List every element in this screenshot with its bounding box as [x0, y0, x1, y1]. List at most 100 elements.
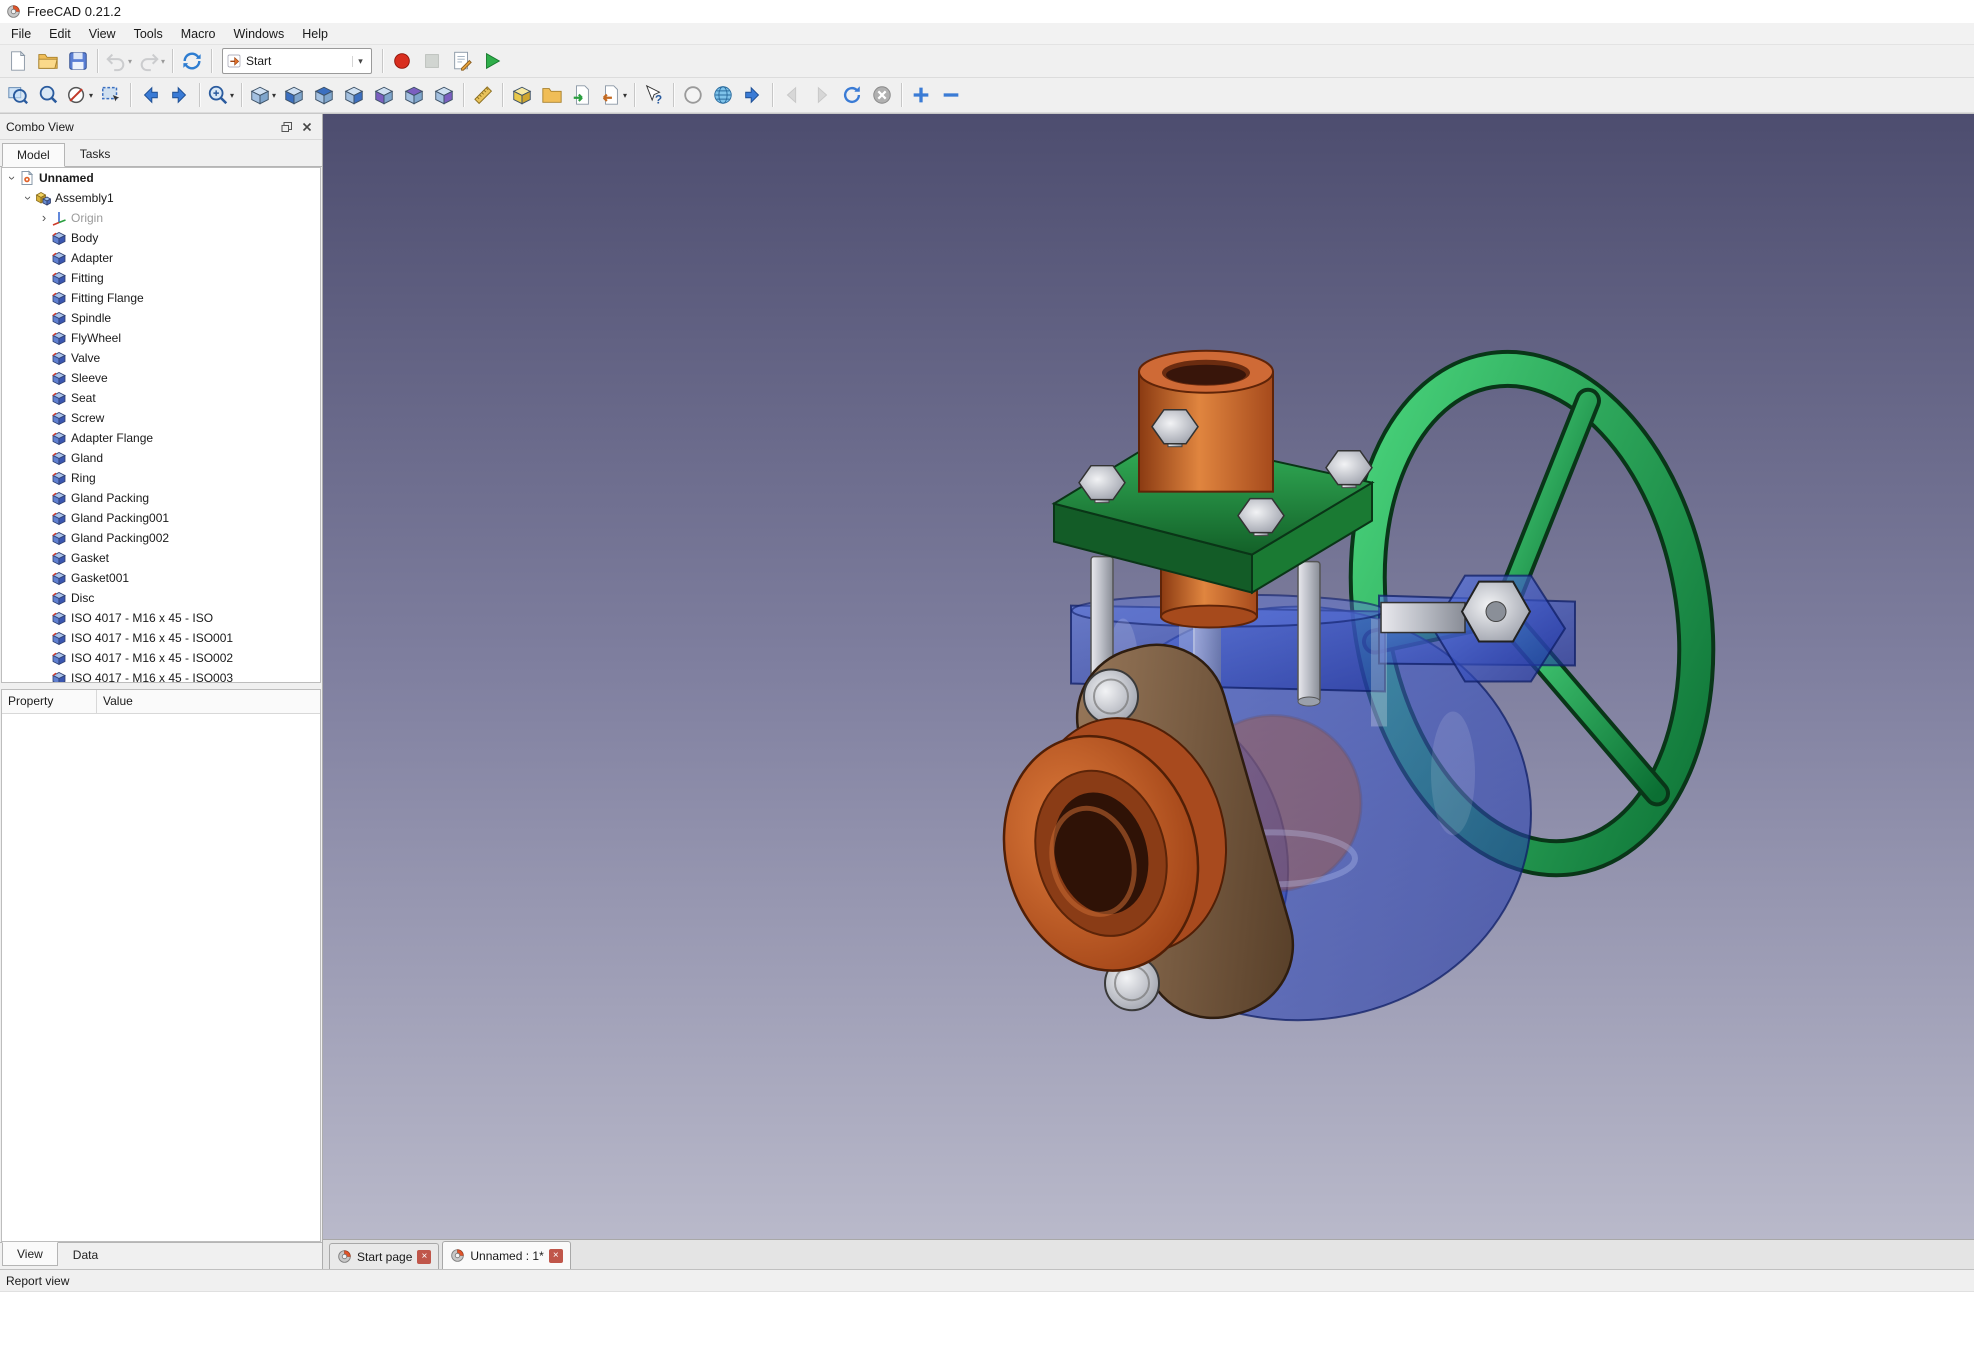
tree-item-assembly1[interactable]: ›Assembly1	[2, 188, 320, 208]
tree-item-seat[interactable]: Seat	[2, 388, 320, 408]
view-axonometric-button[interactable]: ▾	[246, 81, 279, 109]
view-right-button[interactable]	[339, 81, 369, 109]
tree-item-body[interactable]: Body	[2, 228, 320, 248]
model-tree: ›Unnamed›Assembly1›OriginBodyAdapterFitt…	[1, 167, 321, 683]
tree-item-label: Gasket	[71, 551, 109, 565]
tree-item-gland-packing001[interactable]: Gland Packing001	[2, 508, 320, 528]
tree-item-gland[interactable]: Gland	[2, 448, 320, 468]
menu-help[interactable]: Help	[293, 25, 337, 43]
collapse-arrow-icon[interactable]: ›	[21, 191, 35, 205]
macro-stop-button[interactable]	[417, 47, 447, 75]
view-rear-button[interactable]	[369, 81, 399, 109]
valve-assembly-model[interactable]	[323, 114, 1974, 1239]
create-group-button[interactable]	[537, 81, 567, 109]
collapse-arrow-icon[interactable]: ›	[5, 171, 19, 185]
property-editor-body[interactable]	[2, 714, 320, 1241]
link-make-button[interactable]	[567, 81, 597, 109]
tree-item-adapter-flange[interactable]: Adapter Flange	[2, 428, 320, 448]
fit-all-button[interactable]	[3, 81, 33, 109]
tree-item-gasket[interactable]: Gasket	[2, 548, 320, 568]
tab-view-properties[interactable]: View	[2, 1242, 58, 1266]
box-selection-button[interactable]	[96, 81, 126, 109]
view-front-button[interactable]	[279, 81, 309, 109]
tree-item-gasket001[interactable]: Gasket001	[2, 568, 320, 588]
zoom-in-button[interactable]	[906, 81, 936, 109]
tree-item-flywheel[interactable]: FlyWheel	[2, 328, 320, 348]
macro-execute-button[interactable]	[477, 47, 507, 75]
fit-selection-button[interactable]	[33, 81, 63, 109]
new-document-button[interactable]	[3, 47, 33, 75]
web-go-button[interactable]	[738, 81, 768, 109]
workbench-selector[interactable]: Start▾	[222, 48, 372, 74]
tree-item-iso-4017-m16-x-45-iso002[interactable]: ISO 4017 - M16 x 45 - ISO002	[2, 648, 320, 668]
part-icon	[51, 390, 67, 406]
tree-item-gland-packing[interactable]: Gland Packing	[2, 488, 320, 508]
whats-this-button[interactable]: ?	[639, 81, 669, 109]
tree-item-iso-4017-m16-x-45-iso003[interactable]: ISO 4017 - M16 x 45 - ISO003	[2, 668, 320, 683]
macro-record-button[interactable]	[387, 47, 417, 75]
create-part-button[interactable]	[507, 81, 537, 109]
tree-item-iso-4017-m16-x-45-iso[interactable]: ISO 4017 - M16 x 45 - ISO	[2, 608, 320, 628]
tree-item-gland-packing002[interactable]: Gland Packing002	[2, 528, 320, 548]
zoom-out-button[interactable]	[936, 81, 966, 109]
browser-back-button[interactable]	[777, 81, 807, 109]
nav-forward-button[interactable]	[165, 81, 195, 109]
close-tab-icon[interactable]: ×	[549, 1249, 563, 1263]
view-top-button[interactable]	[309, 81, 339, 109]
float-panel-button[interactable]	[278, 119, 296, 135]
close-tab-icon[interactable]: ×	[417, 1250, 431, 1264]
view-left-button[interactable]	[429, 81, 459, 109]
close-panel-button[interactable]	[298, 119, 316, 135]
web-browser-button[interactable]	[708, 81, 738, 109]
web-stop-button[interactable]	[678, 81, 708, 109]
menu-edit[interactable]: Edit	[40, 25, 80, 43]
tree-item-fitting[interactable]: Fitting	[2, 268, 320, 288]
tree-item-iso-4017-m16-x-45-iso001[interactable]: ISO 4017 - M16 x 45 - ISO001	[2, 628, 320, 648]
macro-edit-button[interactable]	[447, 47, 477, 75]
menu-file[interactable]: File	[2, 25, 40, 43]
tab-model[interactable]: Model	[2, 143, 65, 167]
redo-button[interactable]: ▾	[135, 47, 168, 75]
tree-item-origin[interactable]: ›Origin	[2, 208, 320, 228]
document-tab-unnamed-1-[interactable]: Unnamed : 1*×	[442, 1241, 570, 1269]
browser-refresh-button[interactable]	[837, 81, 867, 109]
combo-view-titlebar[interactable]: Combo View	[0, 114, 322, 140]
tree-item-disc[interactable]: Disc	[2, 588, 320, 608]
tree-item-valve[interactable]: Valve	[2, 348, 320, 368]
menu-windows[interactable]: Windows	[225, 25, 294, 43]
viewport-3d-canvas[interactable]	[323, 114, 1974, 1239]
menu-macro[interactable]: Macro	[172, 25, 225, 43]
tree-item-adapter[interactable]: Adapter	[2, 248, 320, 268]
open-document-button[interactable]	[33, 47, 63, 75]
tree-item-ring[interactable]: Ring	[2, 468, 320, 488]
draw-style-button[interactable]: ▾	[63, 81, 96, 109]
tree-item-fitting-flange[interactable]: Fitting Flange	[2, 288, 320, 308]
tree-item-spindle[interactable]: Spindle	[2, 308, 320, 328]
tree-item-label: Sleeve	[71, 371, 108, 385]
nav-back-button[interactable]	[135, 81, 165, 109]
browser-forward-button[interactable]	[807, 81, 837, 109]
combo-view-title: Combo View	[6, 120, 276, 134]
save-document-button[interactable]	[63, 47, 93, 75]
zoom-tools-button[interactable]: ▾	[204, 81, 237, 109]
report-view-body[interactable]	[0, 1291, 1974, 1361]
menu-view[interactable]: View	[80, 25, 125, 43]
tab-tasks[interactable]: Tasks	[65, 142, 126, 166]
tab-data-properties[interactable]: Data	[58, 1243, 113, 1267]
tree-item-sleeve[interactable]: Sleeve	[2, 368, 320, 388]
assembly-icon	[35, 190, 51, 206]
tree-item-label: Adapter Flange	[71, 431, 153, 445]
refresh-button[interactable]	[177, 47, 207, 75]
report-view-header[interactable]: Report view	[0, 1269, 1974, 1291]
measure-button[interactable]	[468, 81, 498, 109]
view-bottom-button[interactable]	[399, 81, 429, 109]
menu-tools[interactable]: Tools	[125, 25, 172, 43]
browser-stop-button[interactable]	[867, 81, 897, 109]
document-tab-start-page[interactable]: Start page×	[329, 1243, 439, 1269]
undo-button[interactable]: ▾	[102, 47, 135, 75]
expand-arrow-icon[interactable]: ›	[37, 211, 51, 225]
tree-item-unnamed[interactable]: ›Unnamed	[2, 168, 320, 188]
link-import-button[interactable]: ▾	[597, 81, 630, 109]
tree-item-screw[interactable]: Screw	[2, 408, 320, 428]
workbench-start-icon	[226, 53, 242, 69]
